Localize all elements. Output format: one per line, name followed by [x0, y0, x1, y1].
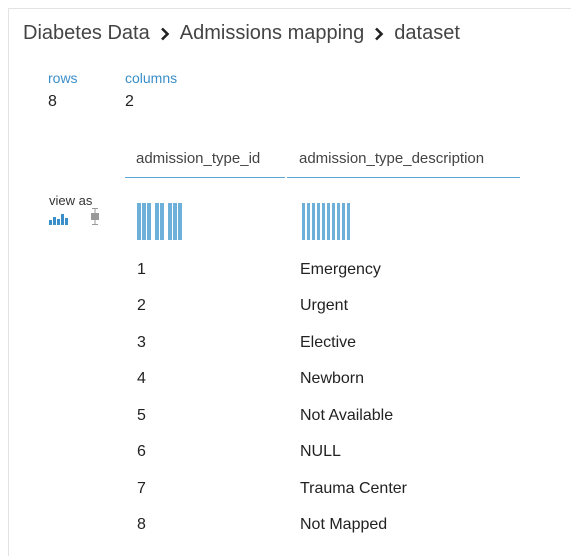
- histogram-bar: [312, 203, 315, 240]
- breadcrumb-item-dataset: dataset: [394, 22, 460, 44]
- histogram-bar: [173, 203, 177, 240]
- rows-label: rows: [48, 70, 78, 86]
- table-cell-description: Urgent: [300, 297, 349, 314]
- histogram-bar: [337, 203, 340, 240]
- rows-count: 8: [48, 93, 57, 110]
- column-header-admission-type-id[interactable]: admission_type_id: [125, 148, 285, 178]
- table-cell-id: 7: [137, 480, 146, 497]
- table-cell-description: Emergency: [300, 261, 381, 278]
- histogram-bar: [178, 203, 182, 240]
- histogram-bar: [307, 203, 310, 240]
- breadcrumb-item-admissions-mapping[interactable]: Admissions mapping: [180, 22, 365, 45]
- table-cell-description: Not Available: [300, 407, 394, 424]
- histogram-icon[interactable]: [49, 212, 68, 230]
- histogram-bar: [327, 203, 330, 240]
- column-header-admission-type-description[interactable]: admission_type_description: [287, 148, 520, 178]
- column-histogram-admission-type-id: [137, 203, 182, 240]
- breadcrumb-item-diabetes-data[interactable]: Diabetes Data: [23, 22, 150, 45]
- column-histogram-admission-type-description: [302, 203, 350, 240]
- columns-label: columns: [125, 70, 178, 86]
- table-cell-id: 6: [137, 443, 146, 460]
- table-cell-description: Newborn: [300, 370, 365, 387]
- table-cell-id: 2: [137, 297, 146, 314]
- breadcrumb: Diabetes Data Admissions mapping dataset: [23, 22, 460, 45]
- histogram-bar: [155, 203, 159, 240]
- histogram-bar: [147, 203, 151, 240]
- table-cell-description: Trauma Center: [300, 480, 407, 497]
- histogram-bar: [302, 203, 305, 240]
- table-cell-description: Not Mapped: [300, 516, 388, 533]
- table-cell-description: Elective: [300, 334, 357, 351]
- table-cell-id: 8: [137, 516, 146, 533]
- table-cell-description: NULL: [300, 443, 341, 460]
- chevron-right-icon: [374, 27, 384, 41]
- table-cell-id: 4: [137, 370, 146, 387]
- chevron-right-icon: [160, 27, 170, 41]
- table-cell-id: 3: [137, 334, 146, 351]
- table-cell-id: 5: [137, 407, 146, 424]
- histogram-bar: [160, 203, 164, 240]
- histogram-bar: [142, 203, 146, 240]
- histogram-bar: [168, 203, 172, 240]
- view-as-label: view as: [49, 193, 93, 208]
- table-cell-id: 1: [137, 261, 146, 278]
- histogram-bar: [332, 203, 335, 240]
- histogram-bar: [342, 203, 345, 240]
- histogram-bar: [137, 203, 141, 240]
- dataset-panel: [8, 8, 571, 556]
- histogram-bar: [322, 203, 325, 240]
- histogram-bar: [347, 203, 350, 240]
- histogram-bar: [317, 203, 320, 240]
- boxplot-icon[interactable]: [90, 208, 100, 230]
- columns-count: 2: [125, 93, 134, 110]
